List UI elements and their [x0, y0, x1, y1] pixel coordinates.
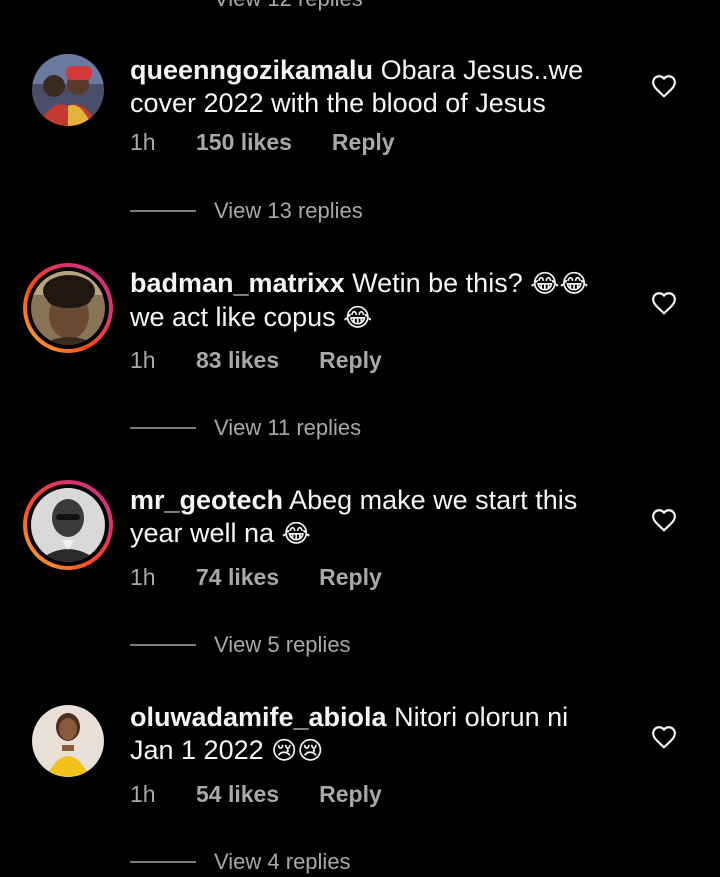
replies-divider: [130, 210, 196, 212]
view-replies-button[interactable]: View 4 replies: [130, 849, 351, 875]
replies-divider: [130, 644, 196, 646]
comment-username[interactable]: queenngozikamalu: [130, 55, 373, 85]
comment-body-line2: we act like copus: [130, 302, 336, 332]
view-replies-label: View 4 replies: [214, 849, 351, 874]
view-replies-button[interactable]: View 5 replies: [130, 632, 351, 658]
view-replies-label: View 12 replies: [214, 0, 363, 12]
comment-text: queenngozikamalu Obara Jesus..we cover 2…: [130, 54, 610, 120]
comment-meta: 1h 83 likes Reply: [130, 347, 382, 374]
emoji-crying: 😢😢: [271, 737, 324, 765]
comment-body: Wetin be this?: [352, 268, 523, 298]
comment-time: 1h: [130, 564, 156, 590]
emoji-laughing: 😂: [281, 520, 311, 548]
reply-button[interactable]: Reply: [319, 347, 382, 374]
comment-likes[interactable]: 83 likes: [196, 347, 279, 374]
comment-text: oluwadamife_abiola Nitori olorun ni Jan …: [130, 701, 610, 768]
comment-text: mr_geotech Abeg make we start this year …: [130, 484, 610, 551]
reply-button[interactable]: Reply: [332, 129, 395, 156]
heart-icon[interactable]: [651, 74, 677, 98]
avatar: [31, 488, 105, 562]
comment-likes[interactable]: 74 likes: [196, 564, 279, 591]
reply-button[interactable]: Reply: [319, 564, 382, 591]
avatar-photo: [31, 271, 105, 345]
comment-username[interactable]: mr_geotech: [130, 485, 283, 515]
emoji-laughing: 😂😂: [530, 270, 589, 298]
avatar-story-ring[interactable]: [23, 480, 113, 570]
view-replies-button[interactable]: View 13 replies: [130, 198, 363, 224]
emoji-laughing: 😂: [343, 304, 373, 332]
avatar-story-ring[interactable]: [23, 263, 113, 353]
replies-divider: [130, 427, 196, 429]
replies-divider: [130, 861, 196, 863]
comments-page: View 12 replies queenngozikamalu Obara J…: [0, 0, 720, 877]
heart-icon[interactable]: [651, 725, 677, 749]
comment-time: 1h: [130, 347, 156, 373]
reply-button[interactable]: Reply: [319, 781, 382, 808]
avatar-photo: [31, 488, 105, 562]
comment-meta: 1h 150 likes Reply: [130, 129, 395, 156]
avatar-ring-gap: [27, 484, 109, 566]
comment-meta: 1h 74 likes Reply: [130, 564, 382, 591]
view-replies-label: View 5 replies: [214, 632, 351, 657]
avatar-photo: [32, 705, 104, 777]
view-replies-label: View 11 replies: [214, 415, 362, 440]
avatar-ring-gap: [27, 267, 109, 349]
heart-icon[interactable]: [651, 508, 677, 532]
view-replies-button[interactable]: View 11 replies: [130, 415, 361, 441]
comment-time: 1h: [130, 129, 156, 155]
avatar-photo: [32, 54, 104, 126]
heart-icon[interactable]: [651, 291, 677, 315]
avatar[interactable]: [32, 54, 104, 126]
view-replies-button[interactable]: View 12 replies: [130, 0, 363, 12]
view-replies-label: View 13 replies: [214, 198, 363, 223]
comment-username[interactable]: oluwadamife_abiola: [130, 702, 387, 732]
comment-meta: 1h 54 likes Reply: [130, 781, 382, 808]
comment-likes[interactable]: 150 likes: [196, 129, 292, 156]
avatar: [31, 271, 105, 345]
comment-text: badman_matrixx Wetin be this? 😂😂 we act …: [130, 267, 610, 335]
avatar[interactable]: [32, 705, 104, 777]
comment-time: 1h: [130, 781, 156, 807]
comment-username[interactable]: badman_matrixx: [130, 268, 345, 298]
comment-likes[interactable]: 54 likes: [196, 781, 279, 808]
